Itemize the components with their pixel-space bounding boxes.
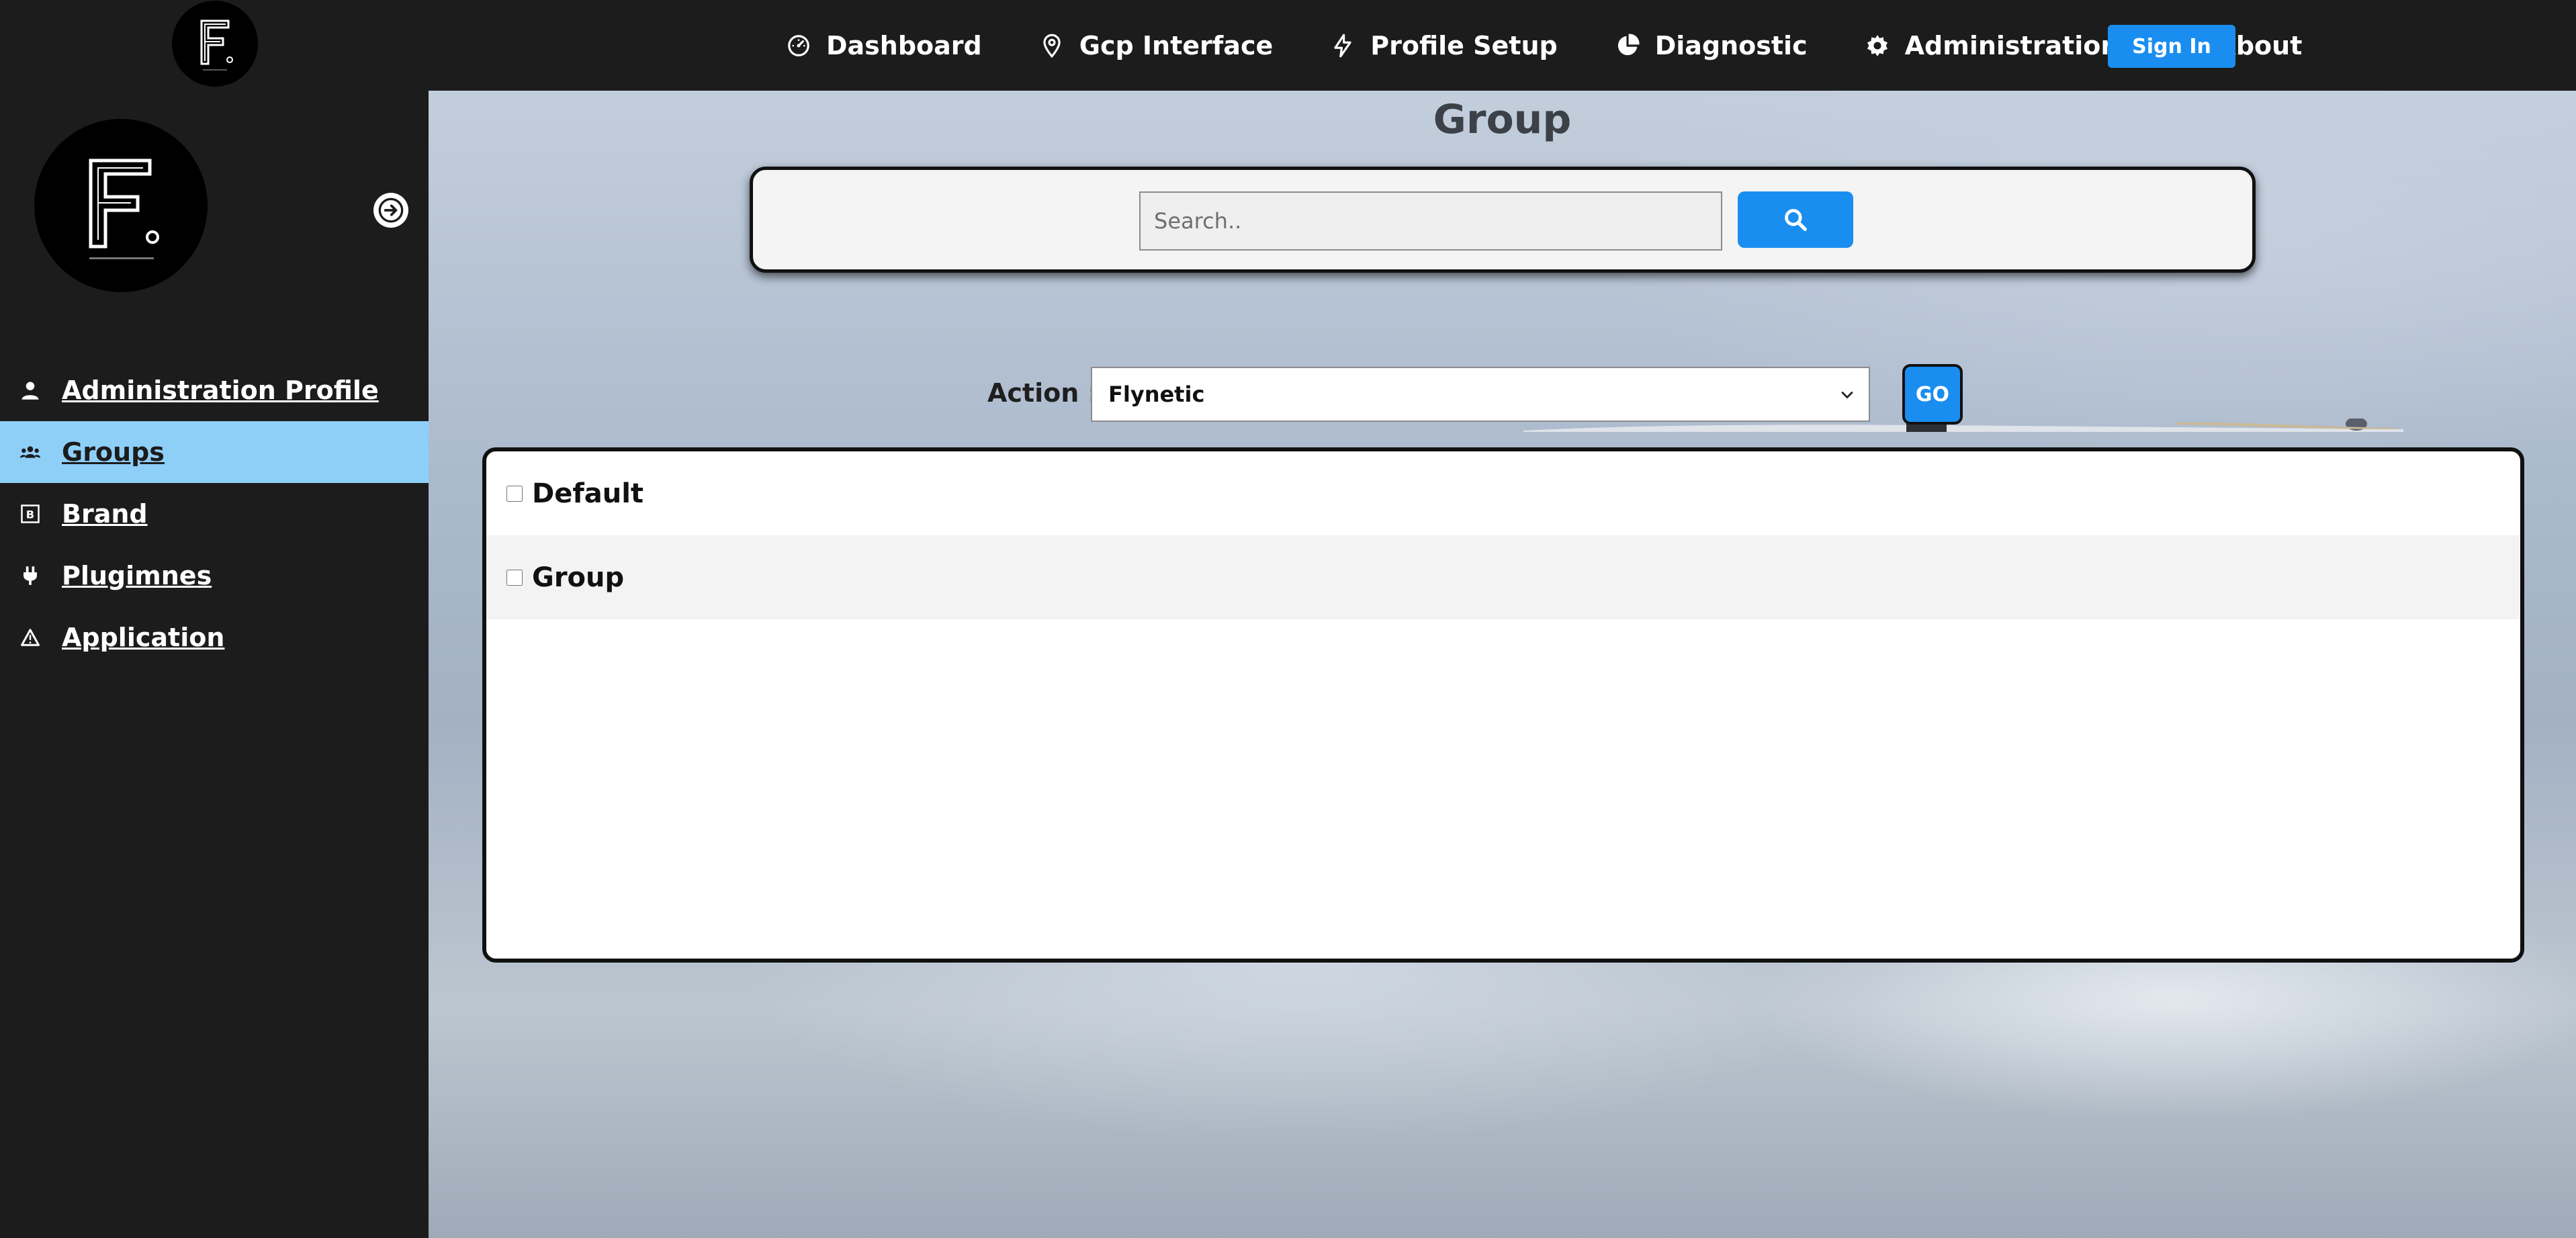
nav-diagnostic[interactable]: Diagnostic xyxy=(1615,31,1808,60)
gear-icon xyxy=(1867,34,1887,56)
group-label: Group xyxy=(532,562,625,593)
sign-in-button[interactable]: Sign In xyxy=(2108,25,2235,68)
sidebar-item-label: Plugimnes xyxy=(62,561,212,590)
users-icon xyxy=(20,442,40,462)
svg-text:B: B xyxy=(26,508,34,521)
pie-chart-icon xyxy=(1617,33,1640,55)
sidebar-item-groups[interactable]: Groups xyxy=(0,421,429,483)
nav-administration-label: Administration xyxy=(1904,30,2119,60)
nav-gcp-interface-label: Gcp Interface xyxy=(1079,30,1274,60)
sidebar-item-brand[interactable]: B Brand xyxy=(0,483,429,545)
sidebar-item-application[interactable]: Application xyxy=(0,607,429,668)
warning-triangle-icon xyxy=(20,627,40,648)
sidebar-item-administration-profile[interactable]: Administration Profile xyxy=(0,359,429,421)
sidebar-item-plugimnes[interactable]: Plugimnes xyxy=(0,545,429,607)
user-icon xyxy=(20,380,40,400)
gauge-icon xyxy=(788,34,809,56)
action-select-value: Flynetic xyxy=(1108,382,1205,407)
nav-administration[interactable]: Administration xyxy=(1865,31,2119,60)
lightning-icon xyxy=(1334,34,1351,57)
plug-icon xyxy=(20,566,40,586)
group-list: Default Group xyxy=(482,447,2524,963)
search-button[interactable] xyxy=(1738,191,1853,248)
sidebar-toggle-button[interactable] xyxy=(373,193,408,228)
sidebar-menu: Administration Profile Groups B Brand Pl… xyxy=(0,359,429,668)
action-label: Action : xyxy=(987,378,1098,408)
sidebar: Administration Profile Groups B Brand Pl… xyxy=(0,91,429,1238)
map-pin-icon xyxy=(1043,34,1061,58)
sidebar-item-label: Brand xyxy=(62,499,148,529)
arrow-right-icon xyxy=(378,197,404,223)
list-item: Default xyxy=(486,451,2520,535)
nav-profile-setup[interactable]: Profile Setup xyxy=(1330,30,1558,60)
nav-gcp-interface[interactable]: Gcp Interface xyxy=(1039,30,1274,60)
action-select[interactable]: Flynetic xyxy=(1091,367,1870,422)
group-label: Default xyxy=(532,478,644,509)
sidebar-flynetics-logo xyxy=(34,119,208,292)
list-item: Group xyxy=(486,535,2520,619)
search-icon xyxy=(1785,209,1807,231)
sidebar-item-label: Groups xyxy=(62,437,165,467)
sidebar-item-label: Application xyxy=(62,623,225,652)
nav-dashboard[interactable]: Dashboard xyxy=(786,31,982,60)
group-checkbox-group[interactable] xyxy=(506,569,523,586)
page-title: Group xyxy=(1433,96,1572,143)
group-checkbox-default[interactable] xyxy=(506,485,523,502)
nav-dashboard-label: Dashboard xyxy=(826,30,982,60)
nav-diagnostic-label: Diagnostic xyxy=(1654,30,1808,60)
main-content: Group Action : Flynetic GO Default Group xyxy=(429,91,2576,1238)
flynetics-logo[interactable] xyxy=(172,1,258,87)
sidebar-item-label: Administration Profile xyxy=(62,375,379,405)
brand-icon: B xyxy=(20,504,40,524)
nav-profile-setup-label: Profile Setup xyxy=(1370,30,1558,60)
go-button[interactable]: GO xyxy=(1902,364,1963,425)
top-navbar: Dashboard Gcp Interface Profile Setup Di… xyxy=(0,0,2576,91)
search-input[interactable] xyxy=(1139,191,1722,251)
chevron-down-icon xyxy=(1841,392,1853,398)
